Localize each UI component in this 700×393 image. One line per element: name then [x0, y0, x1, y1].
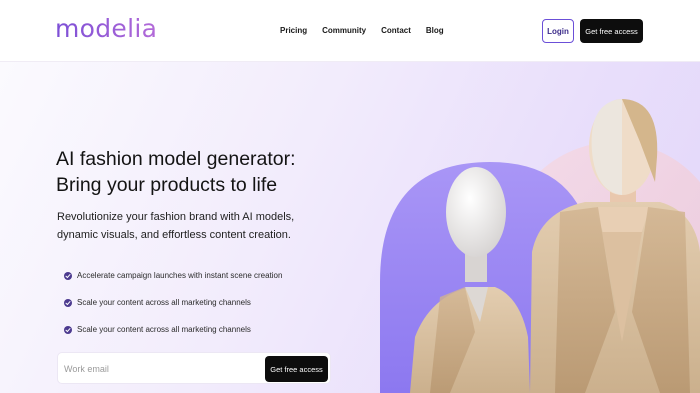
- nav-link-community[interactable]: Community: [322, 26, 366, 35]
- nav-link-blog[interactable]: Blog: [426, 26, 444, 35]
- nav-link-contact[interactable]: Contact: [381, 26, 411, 35]
- hero-section: AI fashion model generator: Bring your p…: [0, 62, 700, 393]
- login-button[interactable]: Login: [542, 19, 574, 43]
- hero-subtitle: Revolutionize your fashion brand with AI…: [57, 211, 295, 241]
- brand-logo[interactable]: modelia: [55, 14, 157, 43]
- feature-list: Accelerate campaign launches with instan…: [64, 262, 282, 343]
- header-get-free-access-button[interactable]: Get free access: [580, 19, 643, 43]
- work-email-input[interactable]: [64, 359, 254, 379]
- hero-get-free-access-button[interactable]: Get free access: [265, 356, 328, 382]
- hero-title-line-1: AI fashion model generator:: [56, 148, 296, 170]
- check-circle-icon: [64, 325, 72, 334]
- feature-item: Scale your content across all marketing …: [64, 316, 282, 343]
- feature-text: Scale your content across all marketing …: [77, 325, 251, 334]
- feature-item: Accelerate campaign launches with instan…: [64, 262, 282, 289]
- hero-fashion-model-image: [380, 99, 700, 393]
- site-header: modelia Pricing Community Contact Blog L…: [0, 0, 700, 62]
- hero-title: AI fashion model generator: Bring your p…: [56, 146, 296, 198]
- check-circle-icon: [64, 271, 72, 280]
- feature-item: Scale your content across all marketing …: [64, 289, 282, 316]
- feature-text: Scale your content across all marketing …: [77, 298, 251, 307]
- nav-link-pricing[interactable]: Pricing: [280, 26, 307, 35]
- check-circle-icon: [64, 298, 72, 307]
- main-nav: Pricing Community Contact Blog: [280, 26, 444, 35]
- feature-text: Accelerate campaign launches with instan…: [77, 271, 283, 280]
- hero-title-line-2: Bring your products to life: [56, 174, 278, 196]
- email-signup-form: Get free access: [57, 352, 331, 384]
